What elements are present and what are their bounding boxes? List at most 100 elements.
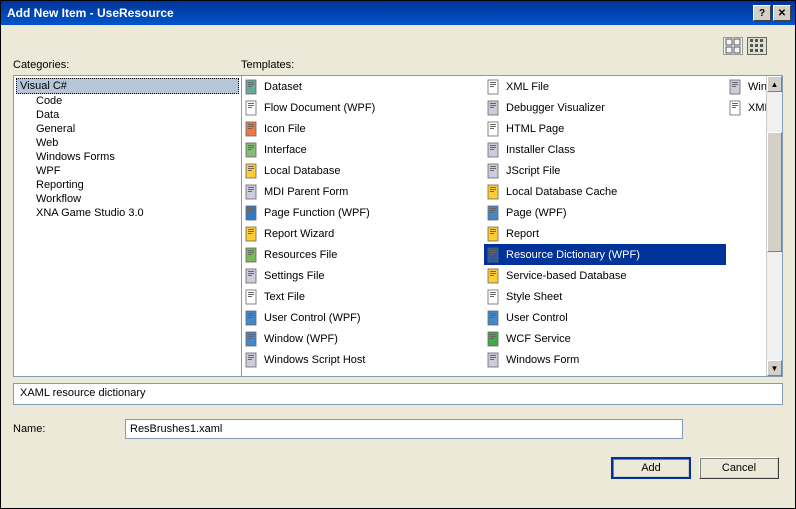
scroll-thumb[interactable] xyxy=(767,132,782,252)
debugger-icon xyxy=(486,100,502,116)
installer-icon xyxy=(486,142,502,158)
template-item[interactable]: Interface xyxy=(242,139,484,160)
template-item[interactable]: XML File xyxy=(484,76,726,97)
category-item[interactable]: WPF xyxy=(16,164,239,178)
template-item[interactable]: User Control xyxy=(484,307,726,328)
template-item[interactable]: Report Wizard xyxy=(242,223,484,244)
template-item[interactable]: HTML Page xyxy=(484,118,726,139)
category-item[interactable]: Workflow xyxy=(16,192,239,206)
category-item[interactable]: Windows Forms xyxy=(16,150,239,164)
template-label: Service-based Database xyxy=(506,270,626,282)
template-label: Page Function (WPF) xyxy=(264,207,370,219)
template-label: Icon File xyxy=(264,123,306,135)
template-label: Style Sheet xyxy=(506,291,562,303)
help-button[interactable]: ? xyxy=(753,5,771,21)
templates-list[interactable]: Dataset Flow Document (WPF) Icon File Inter… xyxy=(241,75,783,377)
template-item[interactable]: Window (WPF) xyxy=(242,328,484,349)
template-item[interactable]: User Control (WPF) xyxy=(242,307,484,328)
description-panel: XAML resource dictionary xyxy=(13,383,783,405)
template-item[interactable]: Page (WPF) xyxy=(484,202,726,223)
template-label: Installer Class xyxy=(506,144,575,156)
dbcache-icon xyxy=(486,184,502,200)
template-item[interactable]: Service-based Database xyxy=(484,265,726,286)
template-label: Settings File xyxy=(264,270,325,282)
template-item[interactable]: Dataset xyxy=(242,76,484,97)
template-item[interactable]: Report xyxy=(484,223,726,244)
template-label: XML Schema xyxy=(748,102,766,114)
template-item[interactable]: XML Schema xyxy=(726,97,766,118)
template-label: WCF Service xyxy=(506,333,571,345)
template-item[interactable]: MDI Parent Form xyxy=(242,181,484,202)
dataset-icon xyxy=(244,79,260,95)
dialog-window: Add New Item - UseResource ? ✕ Categorie… xyxy=(0,0,796,509)
pagefunc-icon xyxy=(244,205,260,221)
template-label: Resource Dictionary (WPF) xyxy=(506,249,640,261)
icon-icon xyxy=(244,121,260,137)
name-input[interactable] xyxy=(125,419,683,439)
template-item[interactable]: Icon File xyxy=(242,118,484,139)
cancel-button[interactable]: Cancel xyxy=(699,457,779,479)
template-item[interactable]: Style Sheet xyxy=(484,286,726,307)
category-item[interactable]: Web xyxy=(16,136,239,150)
template-item[interactable]: Resources File xyxy=(242,244,484,265)
category-item[interactable]: General xyxy=(16,122,239,136)
template-item[interactable]: WCF Service xyxy=(484,328,726,349)
template-label: Local Database xyxy=(264,165,340,177)
template-item[interactable]: Debugger Visualizer xyxy=(484,97,726,118)
categories-tree[interactable]: Visual C# CodeDataGeneralWebWindows Form… xyxy=(13,75,241,377)
template-label: Windows Script Host xyxy=(264,354,365,366)
usercontrol-icon xyxy=(244,310,260,326)
page-icon xyxy=(486,205,502,221)
template-item[interactable]: Installer Class xyxy=(484,139,726,160)
titlebar[interactable]: Add New Item - UseResource ? ✕ xyxy=(1,1,795,25)
dialog-content: Categories: Templates: Visual C# CodeDat… xyxy=(1,25,795,508)
scroll-track[interactable] xyxy=(767,92,782,360)
window-title: Add New Item - UseResource xyxy=(7,6,751,20)
large-icons-button[interactable] xyxy=(723,37,743,55)
category-item[interactable]: XNA Game Studio 3.0 xyxy=(16,206,239,220)
template-item[interactable]: Resource Dictionary (WPF) xyxy=(484,244,726,265)
template-label: User Control (WPF) xyxy=(264,312,361,324)
name-label: Name: xyxy=(13,423,117,435)
templates-scrollbar[interactable]: ▲ ▼ xyxy=(766,76,782,376)
report-icon xyxy=(486,226,502,242)
template-label: Windows Service xyxy=(748,81,766,93)
template-label: User Control xyxy=(506,312,568,324)
template-item[interactable]: Local Database xyxy=(242,160,484,181)
wcf-icon xyxy=(486,331,502,347)
category-item[interactable]: Reporting xyxy=(16,178,239,192)
flowdoc-icon xyxy=(244,100,260,116)
xmlschema-icon xyxy=(728,100,744,116)
close-button[interactable]: ✕ xyxy=(773,5,791,21)
template-label: Text File xyxy=(264,291,305,303)
name-row: Name: xyxy=(13,419,783,439)
template-label: Interface xyxy=(264,144,307,156)
template-label: Page (WPF) xyxy=(506,207,567,219)
database-icon xyxy=(244,163,260,179)
template-item[interactable]: Flow Document (WPF) xyxy=(242,97,484,118)
template-item[interactable]: JScript File xyxy=(484,160,726,181)
servicedb-icon xyxy=(486,268,502,284)
template-item[interactable]: Windows Form xyxy=(484,349,726,370)
category-item[interactable]: Data xyxy=(16,108,239,122)
template-label: Report Wizard xyxy=(264,228,334,240)
scroll-down-button[interactable]: ▼ xyxy=(767,360,782,376)
template-item[interactable]: Page Function (WPF) xyxy=(242,202,484,223)
template-item[interactable]: Windows Script Host xyxy=(242,349,484,370)
scroll-up-button[interactable]: ▲ xyxy=(767,76,782,92)
panel-labels: Categories: Templates: xyxy=(13,59,783,71)
templates-label: Templates: xyxy=(241,59,294,71)
template-item[interactable]: Text File xyxy=(242,286,484,307)
small-icons-button[interactable] xyxy=(747,37,767,55)
category-root[interactable]: Visual C# xyxy=(16,78,239,94)
add-button[interactable]: Add xyxy=(611,457,691,479)
template-item[interactable]: Windows Service xyxy=(726,76,766,97)
template-item[interactable]: Local Database Cache xyxy=(484,181,726,202)
template-label: Windows Form xyxy=(506,354,579,366)
template-label: MDI Parent Form xyxy=(264,186,348,198)
template-item[interactable]: Settings File xyxy=(242,265,484,286)
category-item[interactable]: Code xyxy=(16,94,239,108)
template-label: Dataset xyxy=(264,81,302,93)
template-label: HTML Page xyxy=(506,123,564,135)
template-label: JScript File xyxy=(506,165,560,177)
